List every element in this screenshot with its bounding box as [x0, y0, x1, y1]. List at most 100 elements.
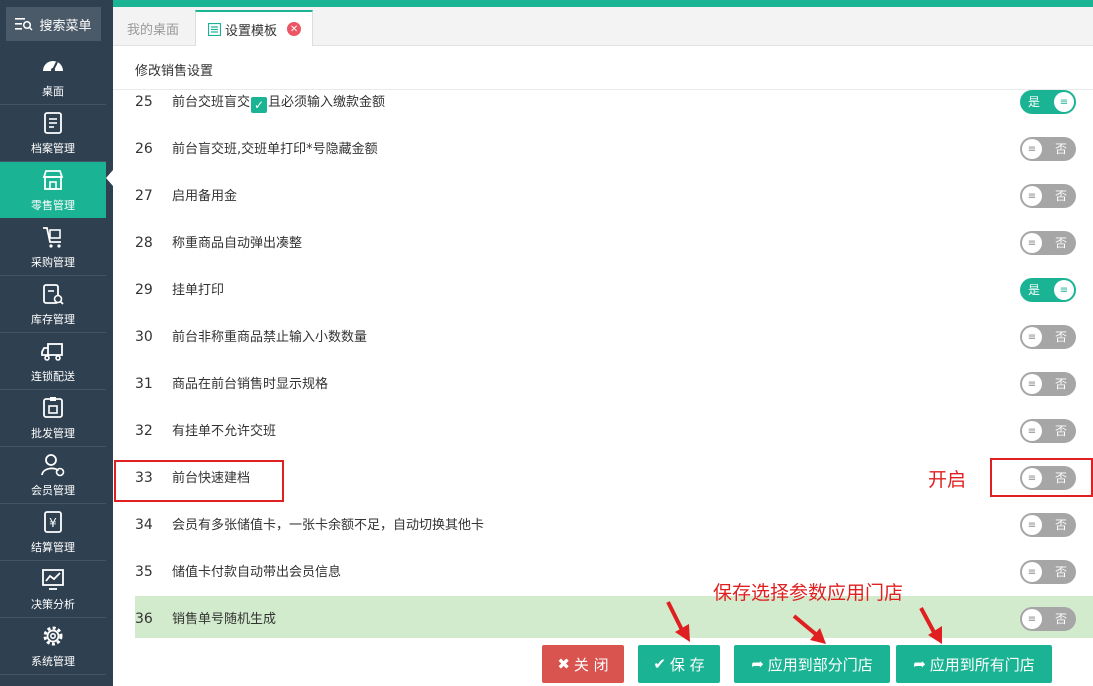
nav-divider [0, 674, 106, 675]
store-icon [42, 170, 64, 190]
toggle-knob-icon: ≡ [1022, 421, 1042, 441]
sidebar-item-retail[interactable]: 零售管理 [0, 162, 106, 218]
close-tab-icon[interactable]: ✕ [287, 22, 302, 36]
dashboard-icon [43, 61, 63, 72]
toggle-knob-icon: ≡ [1022, 327, 1042, 347]
setting-row: 34 会员有多张储值卡，一张卡余额不足，自动切换其他卡否 ≡ [135, 502, 1093, 549]
setting-number: 30 [135, 329, 153, 345]
truck-icon [41, 343, 63, 361]
share-arrow-icon: ➦ [751, 655, 764, 673]
tab-settings-template[interactable]: 设置模板 ✕ [195, 10, 313, 46]
tab-my-desktop[interactable]: 我的桌面 [115, 10, 191, 46]
setting-toggle[interactable]: 否 ≡ [1020, 184, 1076, 208]
setting-toggle[interactable]: 否 ≡ [1020, 137, 1076, 161]
sidebar-item-purchase[interactable]: 采购管理 [0, 219, 106, 275]
setting-toggle[interactable]: 否 ≡ [1020, 372, 1076, 396]
menu-search-icon [15, 18, 34, 31]
setting-row: 35 储值卡付款自动带出会员信息否 ≡ [135, 549, 1093, 596]
setting-toggle[interactable]: 否 ≡ [1020, 607, 1076, 631]
annotation-open-hint: 开启 [928, 469, 967, 491]
setting-number: 27 [135, 188, 153, 204]
settings-list: 25 前台交班盲交 ✓ 且必须输入缴款金额是 ≡ 26 前台盲交班,交班单打印*号隐藏金额否… [113, 78, 1093, 638]
sidebar-item-desktop[interactable]: 桌面 [0, 48, 106, 104]
arrow-to-apply-all-icon [919, 607, 942, 644]
tab-label: 我的桌面 [126, 22, 179, 38]
setting-number: 34 [135, 517, 153, 533]
toggle-knob-icon: ≡ [1022, 186, 1042, 206]
top-accent-bar [113, 0, 1093, 7]
toggle-knob-icon: ≡ [1054, 280, 1074, 300]
inventory-icon [43, 284, 64, 305]
setting-toggle[interactable]: 是 ≡ [1020, 278, 1076, 302]
setting-toggle[interactable]: 否 ≡ [1020, 419, 1076, 443]
tab-bar: 我的桌面 设置模板 ✕ [113, 7, 1093, 46]
sidebar-item-label: 桌面 [42, 85, 64, 98]
setting-label-text: 挂单打印 [172, 283, 225, 298]
settlement-icon: ¥ [44, 511, 62, 533]
setting-number: 32 [135, 423, 153, 439]
setting-label: 称重商品自动弹出凑整 [172, 220, 302, 267]
arrow-to-apply-some-icon [792, 614, 826, 644]
setting-label: 销售单号随机生成 [172, 596, 276, 638]
toggle-state-label: 否 [1055, 518, 1068, 532]
sidebar-item-label: 零售管理 [31, 199, 75, 212]
check-icon: ✔ [653, 655, 666, 673]
annotation-apply-hint: 保存选择参数应用门店 [713, 582, 904, 604]
setting-label: 前台交班盲交 ✓ 且必须输入缴款金额 [172, 79, 385, 126]
sidebar-item-label: 会员管理 [31, 484, 75, 497]
close-button[interactable]: ✖ 关 闭 [542, 645, 624, 683]
setting-row: 27 启用备用金否 ≡ [135, 173, 1093, 220]
cart-icon [43, 227, 61, 248]
apply-to-all-stores-button[interactable]: ➦ 应用到所有门店 [896, 645, 1052, 683]
sidebar: 搜索菜单 桌面 档案管理 零售管理 采购管理 库存管理 连锁配送 批发管理 会员… [0, 0, 113, 686]
close-button-label: 关 闭 [573, 655, 609, 674]
setting-label: 挂单打印 [172, 267, 224, 314]
apply-to-some-stores-button[interactable]: ➦ 应用到部分门店 [734, 645, 890, 683]
setting-label-text: 销售单号随机生成 [172, 612, 277, 627]
toggle-knob-icon: ≡ [1022, 562, 1042, 582]
close-icon: ✖ [557, 655, 570, 673]
setting-toggle[interactable]: 是 ≡ [1020, 90, 1076, 114]
sidebar-item-archive[interactable]: 档案管理 [0, 105, 106, 161]
setting-toggle[interactable]: 否 ≡ [1020, 231, 1076, 255]
share-arrow-icon: ➦ [913, 655, 926, 673]
setting-toggle[interactable]: 否 ≡ [1020, 325, 1076, 349]
toggle-knob-icon: ≡ [1022, 139, 1042, 159]
setting-label-text: 商品在前台销售时显示规格 [172, 377, 329, 392]
sidebar-item-label: 结算管理 [31, 541, 75, 554]
toggle-knob-icon: ≡ [1022, 515, 1042, 535]
setting-row: 32 有挂单不允许交班否 ≡ [135, 408, 1093, 455]
arrow-to-save-icon [666, 601, 690, 642]
setting-label: 商品在前台销售时显示规格 [172, 361, 328, 408]
sidebar-item-label: 档案管理 [31, 142, 75, 155]
toggle-state-label: 否 [1055, 189, 1068, 203]
setting-number: 28 [135, 235, 153, 251]
toggle-knob-icon: ≡ [1022, 233, 1042, 253]
search-menu-button[interactable]: 搜索菜单 [6, 7, 101, 41]
sidebar-item-member[interactable]: 会员管理 [0, 447, 106, 503]
member-icon [41, 454, 65, 477]
sidebar-item-analysis[interactable]: 决策分析 [0, 561, 106, 617]
toggle-knob-icon: ≡ [1054, 92, 1074, 112]
svg-text:¥: ¥ [49, 516, 57, 530]
setting-label-text: 有挂单不允许交班 [172, 424, 277, 439]
sidebar-item-distribution[interactable]: 连锁配送 [0, 333, 106, 389]
toggle-state-label: 否 [1055, 424, 1068, 438]
toggle-state-label: 否 [1055, 377, 1068, 391]
sidebar-item-wholesale[interactable]: 批发管理 [0, 390, 106, 446]
setting-row: 28 称重商品自动弹出凑整 否 ≡ [135, 220, 1093, 267]
save-button[interactable]: ✔ 保 存 [638, 645, 720, 683]
setting-toggle[interactable]: 否 ≡ [1020, 513, 1076, 537]
gear-icon [43, 626, 63, 646]
sidebar-item-settlement[interactable]: ¥ 结算管理 [0, 504, 106, 560]
setting-number: 26 [135, 141, 153, 157]
checkbox-checked-icon[interactable]: ✓ [251, 97, 268, 113]
setting-toggle[interactable]: 否 ≡ [1020, 560, 1076, 584]
sidebar-item-inventory[interactable]: 库存管理 [0, 276, 106, 332]
sidebar-item-system[interactable]: 系统管理 [0, 618, 106, 674]
setting-number: 31 [135, 376, 153, 392]
toggle-knob-icon: ≡ [1022, 374, 1042, 394]
setting-row: 30 前台非称重商品禁止输入小数数量否 ≡ [135, 314, 1093, 361]
setting-number: 29 [135, 282, 153, 298]
toggle-state-label: 否 [1055, 565, 1068, 579]
